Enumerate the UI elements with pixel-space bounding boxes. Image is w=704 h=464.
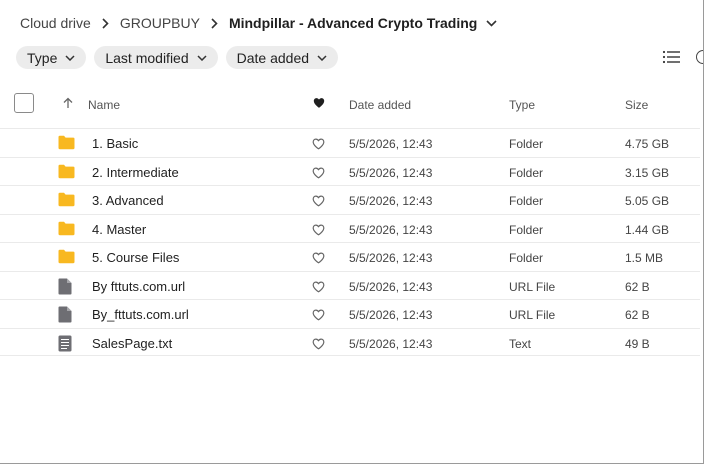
- filter-date-added-button[interactable]: Date added: [225, 46, 339, 69]
- file-name[interactable]: SalesPage.txt: [92, 336, 172, 351]
- heart-outline-icon[interactable]: [312, 195, 325, 207]
- list-view-icon[interactable]: [662, 48, 682, 66]
- folder-icon: [58, 192, 75, 209]
- chevron-down-icon: [197, 54, 207, 61]
- breadcrumb-groupbuy[interactable]: GROUPBUY: [120, 15, 200, 31]
- file-name[interactable]: 4. Master: [92, 222, 146, 237]
- folder-icon: [58, 221, 75, 238]
- chevron-down-icon: [317, 54, 327, 61]
- file-name[interactable]: By fttuts.com.url: [92, 279, 185, 294]
- file-size: 1.44 GB: [625, 222, 670, 237]
- heart-filled-icon[interactable]: [313, 97, 325, 109]
- column-header-name[interactable]: Name: [88, 98, 120, 112]
- folder-icon: [58, 135, 75, 152]
- chevron-down-icon: [65, 54, 75, 61]
- heart-outline-icon[interactable]: [312, 166, 325, 179]
- date-added: 5/5/2026, 12:43: [349, 194, 433, 208]
- date-added: 5/5/2026, 12:43: [349, 279, 433, 294]
- date-added: 5/5/2026, 12:43: [349, 137, 433, 151]
- file-browser: Cloud drive GROUPBUY Mindpillar - Advanc…: [0, 0, 704, 464]
- table-row[interactable]: SalesPage.txt 5/5/2026, 12:43 Text 49 B: [0, 327, 700, 356]
- file-size: 62 B: [625, 279, 650, 294]
- table-header: Name Date added Type Size: [0, 88, 703, 122]
- heart-outline-icon[interactable]: [312, 223, 325, 236]
- date-added: 5/5/2026, 12:43: [349, 165, 433, 180]
- table-row[interactable]: 3. Advanced 5/5/2026, 12:43 Folder 5.05 GB: [0, 185, 700, 214]
- file-type: Folder: [509, 165, 544, 180]
- file-type: Folder: [509, 222, 544, 237]
- table-row[interactable]: 1. Basic 5/5/2026, 12:43 Folder 4.75 GB: [0, 128, 700, 157]
- filter-label: Last modified: [105, 49, 189, 66]
- file-name[interactable]: By_fttuts.com.url: [92, 307, 189, 322]
- url-file-icon: [58, 278, 75, 295]
- file-type: URL File: [509, 279, 556, 294]
- table-row[interactable]: 4. Master 5/5/2026, 12:43 Folder 1.44 GB: [0, 213, 700, 243]
- table-row[interactable]: 5. Course Files 5/5/2026, 12:43 Folder 1.5 …: [0, 242, 700, 271]
- url-file-icon: [58, 306, 75, 323]
- filter-last-modified-button[interactable]: Last modified: [94, 46, 218, 69]
- file-type: Text: [509, 336, 532, 351]
- table-row[interactable]: By fttuts.com.url 5/5/2026, 12:43 URL File…: [0, 270, 700, 300]
- file-type: Folder: [509, 251, 544, 265]
- file-size: 4.75 GB: [625, 137, 670, 151]
- file-name[interactable]: 2. Intermediate: [92, 165, 179, 180]
- table-row[interactable]: 2. Intermediate 5/5/2026, 12:43 Folder 3.15…: [0, 156, 700, 186]
- column-header-type[interactable]: Type: [509, 98, 535, 112]
- chevron-right-icon: [102, 17, 109, 29]
- heart-outline-icon[interactable]: [312, 337, 325, 350]
- select-all-checkbox[interactable]: [14, 93, 34, 113]
- filter-bar: Type Last modified Date added: [16, 46, 339, 69]
- filter-label: Date added: [236, 49, 310, 66]
- file-type: Folder: [509, 137, 544, 151]
- heart-outline-icon[interactable]: [312, 280, 325, 293]
- folder-icon: [58, 164, 75, 181]
- file-size: 1.5 MB: [625, 251, 664, 265]
- file-size: 62 B: [625, 308, 650, 322]
- text-file-icon: [58, 335, 75, 352]
- chevron-down-icon[interactable]: [486, 19, 497, 27]
- breadcrumb-current-folder[interactable]: Mindpillar - Advanced Crypto Trading: [229, 15, 477, 31]
- chevron-right-icon: [211, 17, 218, 29]
- file-name[interactable]: 5. Course Files: [92, 250, 179, 265]
- filter-type-button[interactable]: Type: [16, 46, 87, 69]
- date-added: 5/5/2026, 12:43: [349, 308, 433, 322]
- date-added: 5/5/2026, 12:43: [349, 222, 433, 237]
- file-type: URL File: [509, 308, 556, 322]
- file-size: 5.05 GB: [625, 194, 670, 208]
- column-header-size[interactable]: Size: [625, 98, 648, 112]
- file-name[interactable]: 3. Advanced: [92, 193, 164, 208]
- grid-view-icon[interactable]: [696, 50, 703, 64]
- file-size: 3.15 GB: [625, 165, 670, 180]
- heart-outline-icon[interactable]: [312, 309, 325, 321]
- column-header-date-added[interactable]: Date added: [349, 98, 411, 112]
- sort-arrow-up-icon[interactable]: [62, 97, 74, 109]
- date-added: 5/5/2026, 12:43: [349, 336, 433, 351]
- date-added: 5/5/2026, 12:43: [349, 251, 433, 265]
- breadcrumb-cloud-drive[interactable]: Cloud drive: [20, 15, 91, 31]
- folder-icon: [58, 249, 75, 266]
- table-row[interactable]: By_fttuts.com.url 5/5/2026, 12:43 URL File…: [0, 299, 700, 328]
- filter-label: Type: [27, 49, 58, 66]
- file-size: 49 B: [625, 336, 650, 351]
- file-name[interactable]: 1. Basic: [92, 136, 138, 151]
- breadcrumb: Cloud drive GROUPBUY Mindpillar - Advanc…: [20, 13, 497, 33]
- heart-outline-icon[interactable]: [312, 252, 325, 264]
- file-list: 1. Basic 5/5/2026, 12:43 Folder 4.75 GB 2. I…: [0, 128, 700, 356]
- heart-outline-icon[interactable]: [312, 138, 325, 150]
- file-type: Folder: [509, 194, 544, 208]
